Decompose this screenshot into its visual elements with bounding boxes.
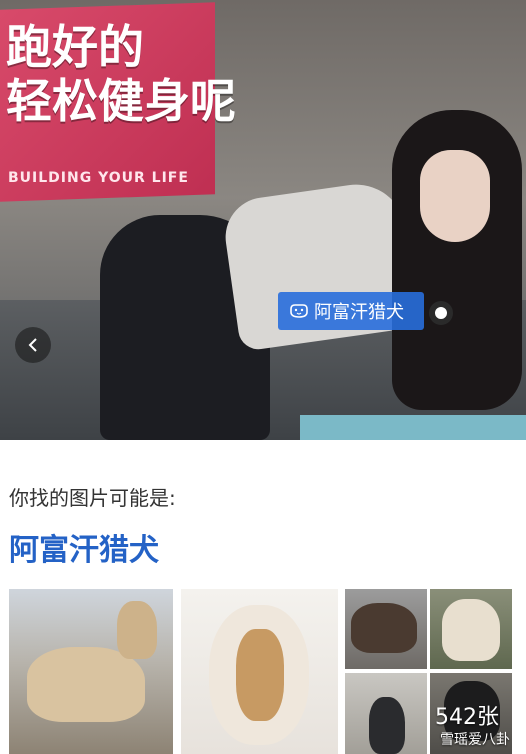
result-title-link[interactable]: 阿富汗猎犬 bbox=[9, 525, 159, 569]
chevron-left-icon bbox=[28, 338, 37, 352]
tag-label: 阿富汗猎犬 bbox=[314, 302, 404, 323]
recognition-tag[interactable]: 阿富汗猎犬 bbox=[278, 292, 424, 330]
previous-image-button[interactable] bbox=[15, 327, 51, 363]
result-thumbnail-1[interactable] bbox=[9, 589, 173, 754]
result-count-badge[interactable]: 542张 bbox=[435, 699, 499, 731]
banner-text: 跑好的 轻松健身呢 bbox=[6, 20, 236, 128]
result-thumbnail-5[interactable] bbox=[345, 673, 427, 754]
search-image-preview: 跑好的 轻松健身呢 BUILDING YOUR LIFE 阿富汗猎犬 bbox=[0, 0, 526, 440]
result-hint: 你找的图片可能是: bbox=[9, 486, 176, 510]
watermark: 雪瑶爱八卦 bbox=[440, 732, 510, 748]
result-thumbnail-4[interactable] bbox=[430, 589, 512, 669]
person-face bbox=[420, 150, 490, 242]
tag-anchor-dot[interactable] bbox=[429, 301, 453, 325]
dog-icon bbox=[290, 304, 308, 318]
yoga-mat bbox=[300, 415, 526, 440]
banner-subtext: BUILDING YOUR LIFE bbox=[8, 170, 189, 186]
result-thumbnail-2[interactable] bbox=[181, 589, 338, 754]
result-thumbnail-3[interactable] bbox=[345, 589, 427, 669]
